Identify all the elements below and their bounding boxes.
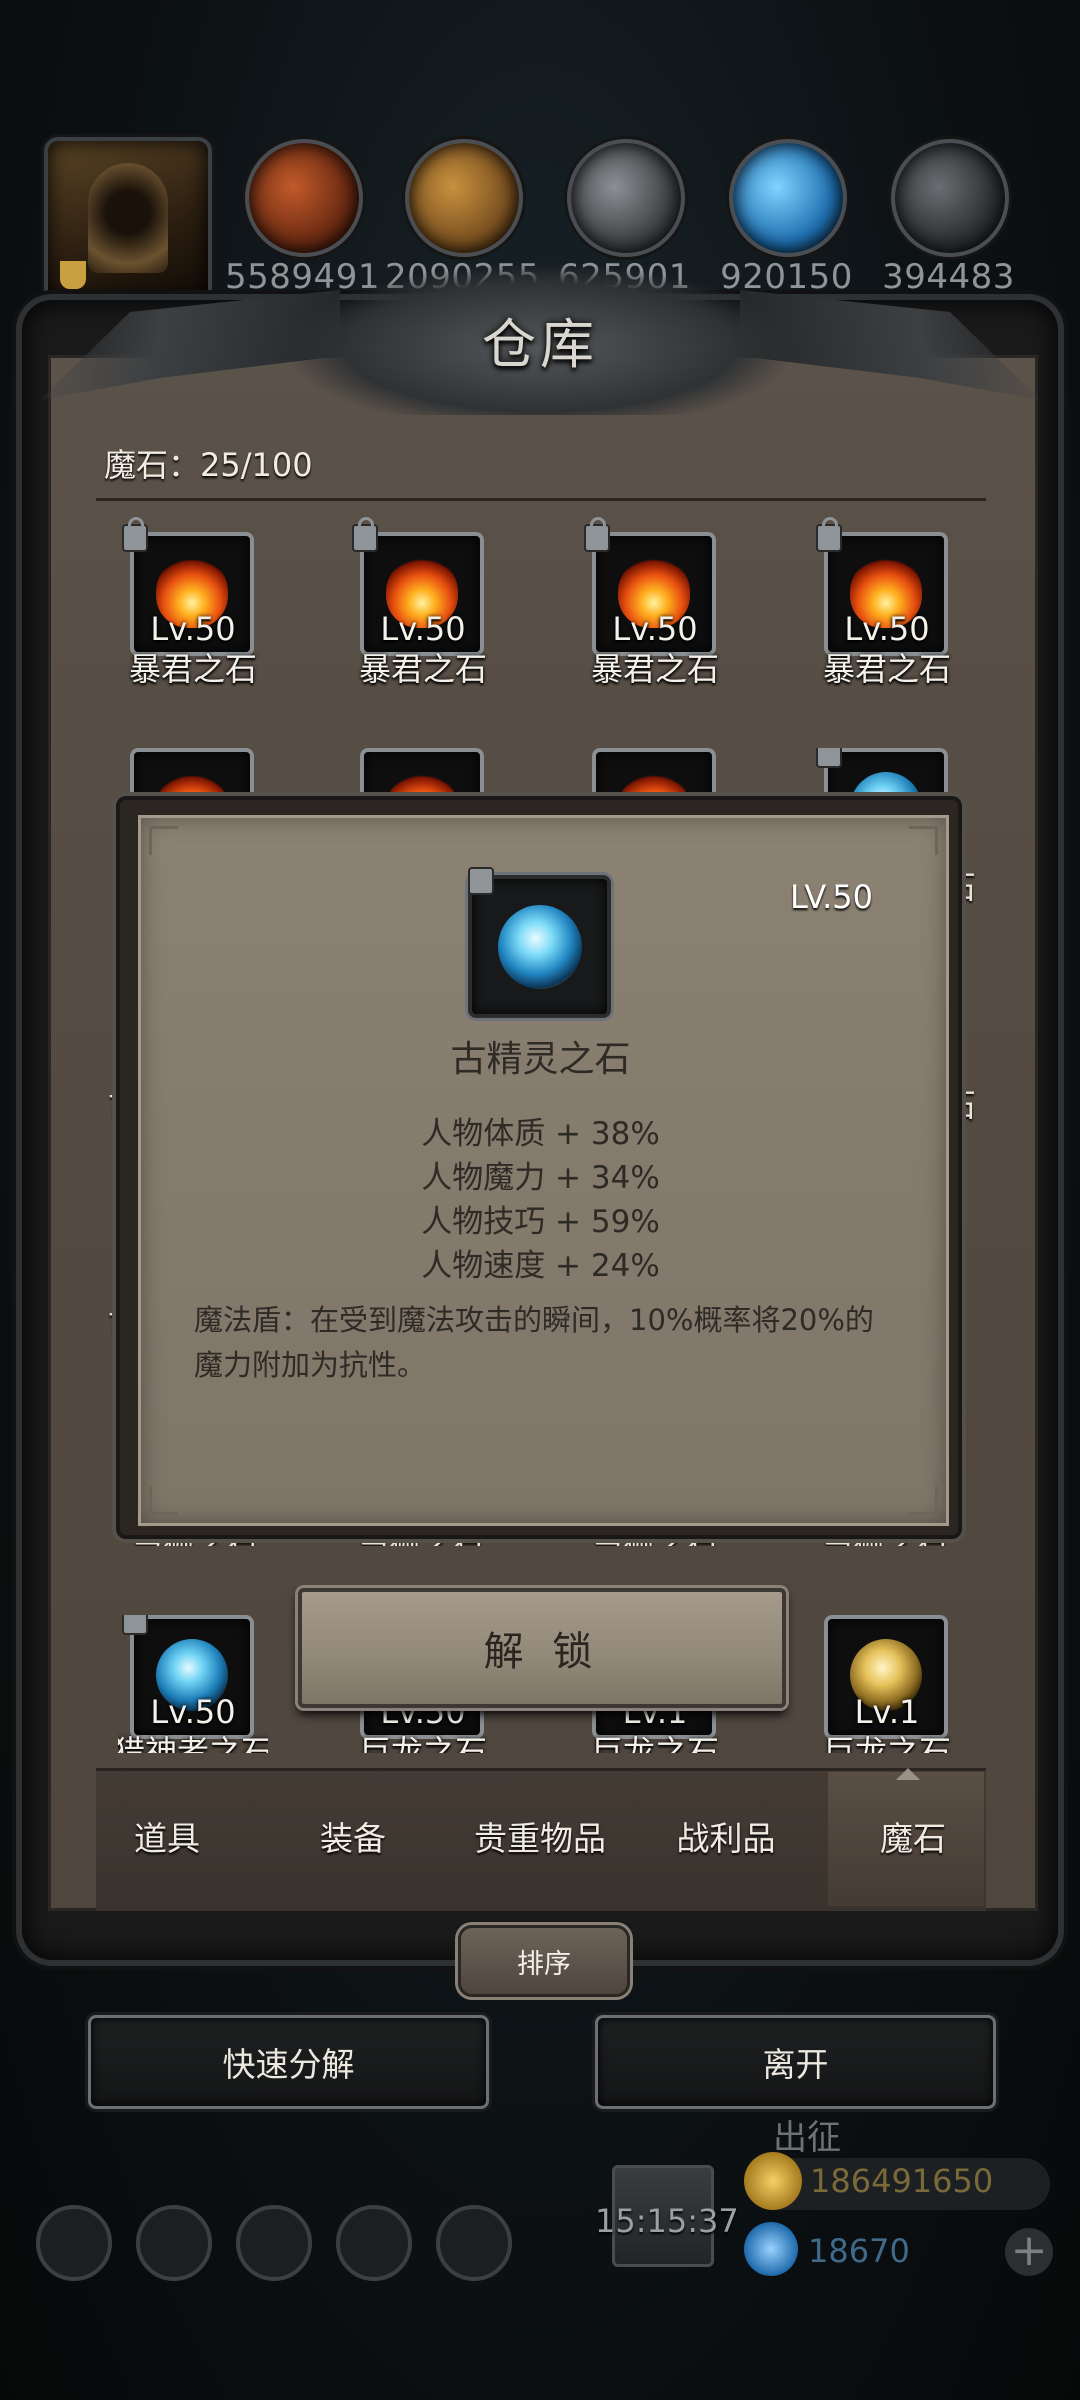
item-name: 暴君之石	[128, 650, 257, 688]
tooltip-stat: 人物速度 + 24%	[421, 1248, 660, 1284]
inventory-slot[interactable]	[118, 748, 268, 800]
mail-icon[interactable]	[336, 2205, 412, 2281]
frame-corner	[909, 1486, 938, 1515]
tab-items[interactable]: 道具	[82, 1812, 252, 1860]
iron-icon	[567, 139, 685, 257]
item-name: 猎神者之石	[118, 1733, 268, 1753]
trophy-icon	[60, 261, 86, 289]
tab-magic-stones[interactable]: 魔石	[828, 1812, 998, 1860]
hero-portrait[interactable]	[44, 137, 212, 303]
inventory-slot[interactable]: Lv.50 暴君之石	[118, 517, 268, 692]
tooltip-description: 魔法盾：在受到魔法攻击的瞬间，10%概率将20%的魔力附加为抗性。	[194, 1303, 874, 1382]
item-level: Lv.50	[150, 610, 236, 648]
item-name: 暴君之石	[822, 650, 951, 688]
shop-icon[interactable]	[436, 2205, 512, 2281]
item-name: 暴君之石	[590, 650, 719, 688]
gem-amount: 18670	[808, 2232, 910, 2270]
frame-corner	[149, 826, 178, 855]
blue-stone-icon	[498, 905, 582, 989]
tooltip-stat: 人物体质 + 38%	[421, 1116, 660, 1152]
item-level: Lv.50	[612, 610, 698, 648]
caret-up-icon	[896, 1768, 920, 1780]
tooltip-level: LV.50	[790, 878, 873, 916]
rank-icon[interactable]	[236, 2205, 312, 2281]
lock-icon	[816, 748, 842, 768]
achievement-icon[interactable]	[136, 2205, 212, 2281]
crystal-icon	[729, 139, 847, 257]
inventory-slot[interactable]: Lv.50 暴君之石	[580, 517, 730, 692]
tab-valuables[interactable]: 贵重物品	[455, 1812, 625, 1860]
unlock-button[interactable]: 解 锁	[298, 1588, 786, 1708]
tab-loot[interactable]: 战利品	[641, 1812, 811, 1860]
sort-button[interactable]: 排序	[458, 1925, 630, 1997]
lock-icon	[122, 1615, 148, 1635]
frame-corner	[149, 1486, 178, 1515]
leave-button[interactable]: 离开	[595, 2015, 996, 2109]
item-level: Lv.1	[854, 1693, 920, 1731]
gold-amount: 186491650	[810, 2162, 994, 2200]
item-name: 巨龙之石	[590, 1733, 719, 1753]
magic-stone-count: 魔石：25/100	[104, 446, 313, 484]
inventory-slot[interactable]	[812, 748, 962, 800]
lock-icon	[352, 517, 378, 552]
inventory-slot[interactable]	[348, 748, 498, 800]
item-name: 巨龙之石	[358, 1733, 487, 1753]
inventory-slot[interactable]: Lv.50 暴君之石	[348, 517, 498, 692]
gold-coin-icon	[744, 2152, 802, 2210]
frame-corner	[909, 826, 938, 855]
inventory-slot[interactable]	[580, 748, 730, 800]
lock-icon	[122, 517, 148, 552]
resource-steel-value: 394483	[882, 257, 1015, 297]
hooded-hero-icon	[88, 163, 168, 273]
item-level: Lv.50	[380, 610, 466, 648]
window-title: 仓库	[482, 313, 598, 376]
steel-icon	[891, 139, 1009, 257]
hud-timer: 15:15:37	[595, 2202, 739, 2240]
tooltip-stat: 人物技巧 + 59%	[421, 1204, 660, 1240]
lock-icon	[816, 517, 842, 552]
item-level: Lv.50	[844, 610, 930, 648]
wood-icon	[405, 139, 523, 257]
tooltip-item-name: 古精灵之石	[450, 1039, 631, 1080]
tab-equipment[interactable]: 装备	[268, 1812, 438, 1860]
diamond-icon	[744, 2222, 798, 2276]
settings-icon[interactable]	[36, 2205, 112, 2281]
tooltip-item-icon	[468, 867, 611, 1018]
lock-icon	[584, 517, 610, 552]
resource-steel[interactable]: 394483	[882, 135, 1014, 305]
tooltip-stat: 人物魔力 + 34%	[421, 1160, 660, 1196]
item-level: Lv.50	[150, 1693, 236, 1731]
inventory-slot[interactable]: Lv.50 暴君之石	[812, 517, 962, 692]
inventory-slot[interactable]: Lv.1 巨龙之石	[812, 1615, 962, 1753]
ore-icon	[245, 139, 363, 257]
quick-dismantle-button[interactable]: 快速分解	[88, 2015, 489, 2109]
item-name: 暴君之石	[358, 650, 487, 688]
expedition-label: 出征	[773, 2118, 841, 2158]
lock-icon	[468, 867, 494, 895]
item-name: 巨龙之石	[822, 1733, 951, 1753]
count-divider	[96, 498, 986, 501]
inventory-slot[interactable]: Lv.50 猎神者之石	[118, 1615, 268, 1753]
add-currency-icon[interactable]: +	[1005, 2228, 1053, 2276]
